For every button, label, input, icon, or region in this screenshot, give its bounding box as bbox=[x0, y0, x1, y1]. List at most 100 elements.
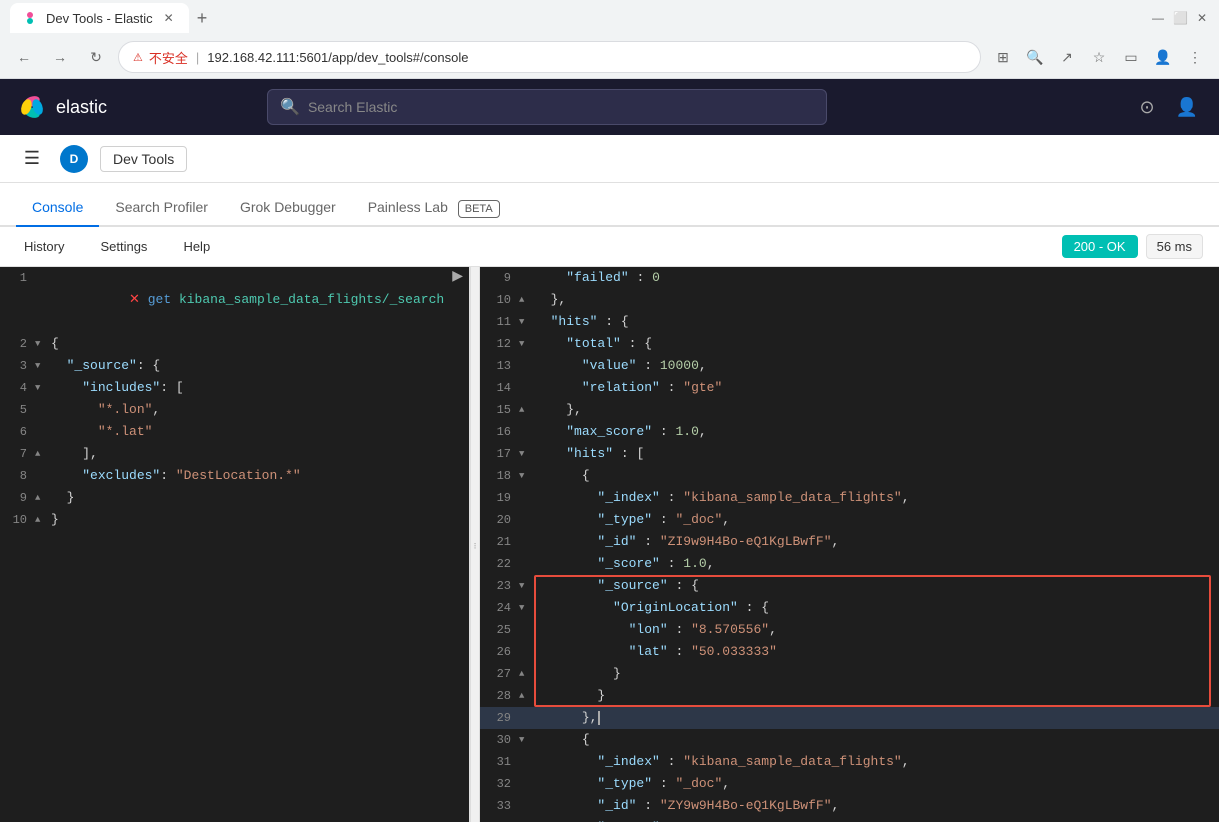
output-line-23: 23 ▼ "_source" : { bbox=[480, 575, 1219, 597]
editor-line-2: 2 ▼ { bbox=[0, 333, 469, 355]
new-tab-button[interactable]: + bbox=[189, 4, 216, 33]
output-line-19: 19 "_index" : "kibana_sample_data_flight… bbox=[480, 487, 1219, 509]
security-icon: ⚠ bbox=[133, 51, 143, 64]
output-line-31: 31 "_index" : "kibana_sample_data_flight… bbox=[480, 751, 1219, 773]
output-line-20: 20 "_type" : "_doc", bbox=[480, 509, 1219, 531]
browser-tab[interactable]: Dev Tools - Elastic ✕ bbox=[10, 3, 189, 33]
global-search-bar[interactable]: 🔍 bbox=[267, 89, 827, 125]
output-line-24: 24 ▼ "OriginLocation" : { bbox=[480, 597, 1219, 619]
user-avatar: D bbox=[60, 145, 88, 173]
breadcrumb-bar: ☰ D Dev Tools bbox=[0, 135, 1219, 183]
tab-close-button[interactable]: ✕ bbox=[161, 10, 177, 26]
output-line-16: 16 "max_score" : 1.0, bbox=[480, 421, 1219, 443]
editor-line-7: 7 ▲ ], bbox=[0, 443, 469, 465]
url-prefix: 不安全 bbox=[149, 48, 188, 67]
url-bar[interactable]: ⚠ 不安全 | 192.168.42.111:5601/app/dev_tool… bbox=[118, 41, 981, 73]
copy-button[interactable]: ⛓ bbox=[467, 267, 469, 284]
output-line-12: 12 ▼ "total" : { bbox=[480, 333, 1219, 355]
beta-badge: BETA bbox=[458, 200, 500, 218]
close-button[interactable]: ✕ bbox=[1195, 11, 1209, 25]
address-bar: ← → ↻ ⚠ 不安全 | 192.168.42.111:5601/app/de… bbox=[0, 36, 1219, 78]
tab-navigation: Console Search Profiler Grok Debugger Pa… bbox=[0, 183, 1219, 227]
zoom-icon[interactable]: 🔍 bbox=[1021, 43, 1049, 71]
main-content: 1 ✕ get kibana_sample_data_flights/_sear… bbox=[0, 267, 1219, 822]
logo-text: elastic bbox=[56, 97, 107, 118]
title-bar: Dev Tools - Elastic ✕ + — ⬜ ✕ bbox=[0, 0, 1219, 36]
tab-favicon bbox=[22, 10, 38, 26]
editor-line-4: 4 ▼ "includes": [ bbox=[0, 377, 469, 399]
output-line-30: 30 ▼ { bbox=[480, 729, 1219, 751]
editor-line-1: 1 ✕ get kibana_sample_data_flights/_sear… bbox=[0, 267, 469, 333]
output-line-34: 34 "_score" : 1.0, bbox=[480, 817, 1219, 822]
editor-line-9: 9 ▲ } bbox=[0, 487, 469, 509]
global-search-input[interactable] bbox=[308, 99, 814, 115]
error-icon: ✕ bbox=[129, 292, 148, 307]
output-line-9: 9 "failed" : 0 bbox=[480, 267, 1219, 289]
output-line-11: 11 ▼ "hits" : { bbox=[480, 311, 1219, 333]
editor-line-10: 10 ▲ } bbox=[0, 509, 469, 531]
output-line-13: 13 "value" : 10000, bbox=[480, 355, 1219, 377]
tab-painless-lab[interactable]: Painless Lab BETA bbox=[352, 189, 516, 227]
elastic-logo: elastic bbox=[16, 91, 107, 123]
history-button[interactable]: History bbox=[16, 235, 72, 258]
toolbar: History Settings Help 200 - OK 56 ms bbox=[0, 227, 1219, 267]
output-line-26: 26 "lat" : "50.033333" bbox=[480, 641, 1219, 663]
panel-resize-handle[interactable]: · · · bbox=[470, 267, 480, 822]
help-icon-button[interactable]: ⊙ bbox=[1131, 91, 1163, 123]
back-button[interactable]: ← bbox=[10, 43, 38, 71]
output-line-21: 21 "_id" : "ZI9w9H4Bo-eQ1KgLBwfF", bbox=[480, 531, 1219, 553]
address-icons: ⊞ 🔍 ↗ ☆ ▭ 👤 ⋮ bbox=[989, 43, 1209, 71]
editor-line-3: 3 ▼ "_source": { bbox=[0, 355, 469, 377]
settings-button[interactable]: Settings bbox=[92, 235, 155, 258]
output-line-22: 22 "_score" : 1.0, bbox=[480, 553, 1219, 575]
line-content-1: ✕ get kibana_sample_data_flights/_search bbox=[51, 267, 444, 333]
output-panel[interactable]: 9 "failed" : 0 10 ▲ }, 11 ▼ "hits" : { 1… bbox=[480, 267, 1219, 822]
forward-button[interactable]: → bbox=[46, 43, 74, 71]
translate-icon[interactable]: ⊞ bbox=[989, 43, 1017, 71]
output-line-33: 33 "_id" : "ZY9w9H4Bo-eQ1KgLBwfF", bbox=[480, 795, 1219, 817]
output-line-25: 25 "lon" : "8.570556", bbox=[480, 619, 1219, 641]
output-line-18: 18 ▼ { bbox=[480, 465, 1219, 487]
tab-search-profiler[interactable]: Search Profiler bbox=[99, 189, 224, 227]
user-icon-button[interactable]: 👤 bbox=[1171, 91, 1203, 123]
window-controls: — ⬜ ✕ bbox=[1151, 11, 1209, 25]
editor-line-5: 5 "*.lon", bbox=[0, 399, 469, 421]
share-icon[interactable]: ↗ bbox=[1053, 43, 1081, 71]
status-badge: 200 - OK bbox=[1062, 235, 1138, 258]
editor-panel[interactable]: 1 ✕ get kibana_sample_data_flights/_sear… bbox=[0, 267, 470, 822]
output-line-28: 28 ▲ } bbox=[480, 685, 1219, 707]
maximize-button[interactable]: ⬜ bbox=[1173, 11, 1187, 25]
refresh-button[interactable]: ↻ bbox=[82, 43, 110, 71]
output-line-17: 17 ▼ "hits" : [ bbox=[480, 443, 1219, 465]
minimize-button[interactable]: — bbox=[1151, 11, 1165, 25]
profile-icon[interactable]: 👤 bbox=[1149, 43, 1177, 71]
output-line-15: 15 ▲ }, bbox=[480, 399, 1219, 421]
output-line-32: 32 "_type" : "_doc", bbox=[480, 773, 1219, 795]
url-text: 192.168.42.111:5601/app/dev_tools#/conso… bbox=[207, 50, 468, 65]
search-icon: 🔍 bbox=[280, 97, 300, 117]
breadcrumb-devtools-button[interactable]: Dev Tools bbox=[100, 146, 187, 172]
editor-line-6: 6 "*.lat" bbox=[0, 421, 469, 443]
header-icon-group: ⊙ 👤 bbox=[1131, 91, 1203, 123]
menu-icon[interactable]: ⋮ bbox=[1181, 43, 1209, 71]
sidebar-toggle-icon[interactable]: ▭ bbox=[1117, 43, 1145, 71]
output-line-29: 29 }, bbox=[480, 707, 1219, 729]
line-actions-1: ▶ ⛓ bbox=[452, 267, 469, 284]
editor-line-8: 8 "excludes": "DestLocation.*" bbox=[0, 465, 469, 487]
browser-chrome: Dev Tools - Elastic ✕ + — ⬜ ✕ ← → ↻ ⚠ 不安… bbox=[0, 0, 1219, 79]
output-line-27: 27 ▲ } bbox=[480, 663, 1219, 685]
tab-console[interactable]: Console bbox=[16, 189, 99, 227]
hamburger-menu-button[interactable]: ☰ bbox=[16, 143, 48, 175]
app-header: elastic 🔍 ⊙ 👤 bbox=[0, 79, 1219, 135]
logo-icon bbox=[16, 91, 48, 123]
help-button[interactable]: Help bbox=[175, 235, 218, 258]
output-line-10: 10 ▲ }, bbox=[480, 289, 1219, 311]
red-bordered-section: 23 ▼ "_source" : { 24 ▼ "OriginLocation"… bbox=[480, 575, 1219, 707]
tab-title: Dev Tools - Elastic bbox=[46, 11, 153, 26]
line-number-1: 1 bbox=[0, 267, 35, 289]
bookmark-icon[interactable]: ☆ bbox=[1085, 43, 1113, 71]
editor-content[interactable]: 1 ✕ get kibana_sample_data_flights/_sear… bbox=[0, 267, 469, 822]
output-line-14: 14 "relation" : "gte" bbox=[480, 377, 1219, 399]
tab-grok-debugger[interactable]: Grok Debugger bbox=[224, 189, 352, 227]
run-button[interactable]: ▶ bbox=[452, 267, 463, 284]
